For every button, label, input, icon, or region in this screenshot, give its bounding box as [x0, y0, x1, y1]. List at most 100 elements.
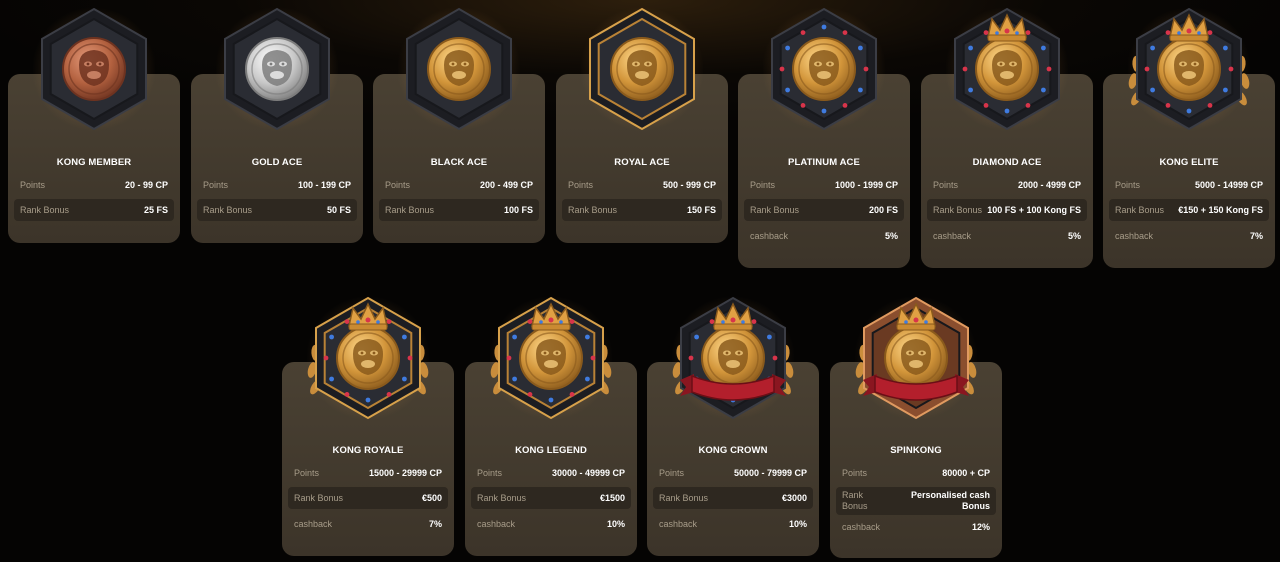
rank-bonus-row: Rank Bonus 200 FS [744, 199, 904, 221]
row-value: €1500 [599, 493, 625, 503]
badge-kong-member [33, 3, 155, 133]
gem [1004, 108, 1010, 114]
row-label: Points [659, 468, 685, 478]
row-value-line: Personalised cash [910, 490, 990, 500]
gem [772, 355, 778, 361]
row-value: 5000 - 14999 CP [1194, 180, 1263, 190]
points-row: Points 15000 - 29999 CP [288, 462, 448, 484]
row-label: Rank Bonus [477, 493, 527, 503]
rank-bonus-row: Rank Bonus 150 FS [562, 199, 722, 221]
gem [983, 30, 989, 35]
points-row: Points 5000 - 14999 CP [1109, 174, 1269, 196]
row-value: €150 + 150 Kong FS [1178, 205, 1263, 215]
row-label: Points [842, 468, 868, 478]
row-value: 200 - 499 CP [479, 180, 533, 190]
row-label: Rank Bonus [659, 493, 709, 503]
cashback-row: cashback 7% [1109, 225, 1269, 247]
row-value: Personalised cash Bonus [911, 490, 990, 512]
row-label: Points [203, 180, 229, 190]
row-value: 100 FS [503, 205, 533, 215]
row-label: cashback [933, 231, 972, 241]
gem [512, 334, 517, 340]
gem [785, 45, 790, 51]
gem [590, 355, 596, 361]
tier-title: BLACK ACE [430, 157, 488, 168]
badge-black-ace [398, 3, 520, 133]
row-label: Rank Bonus [1115, 205, 1165, 215]
badge-spinkong [855, 292, 977, 422]
rank-bonus-row: Rank Bonus 100 FS + 100 Kong FS [927, 199, 1087, 221]
gem [1228, 66, 1234, 72]
gem [548, 397, 554, 403]
gem [585, 376, 590, 382]
gem [569, 319, 575, 324]
gem [527, 319, 533, 324]
points-row: Points 1000 - 1999 CP [744, 174, 904, 196]
row-label-line: Bonus [842, 501, 868, 511]
row-label: Points [1115, 180, 1141, 190]
gem [858, 45, 863, 51]
row-value: 150 FS [686, 205, 716, 215]
gem [968, 45, 973, 51]
tier-title: PLATINUM ACE [788, 157, 860, 168]
points-row: Points 50000 - 79999 CP [653, 462, 813, 484]
gem [821, 24, 827, 30]
row-value: 30000 - 49999 CP [551, 468, 625, 478]
row-value: 50 FS [326, 205, 351, 215]
row-label: cashback [659, 519, 698, 529]
gem [365, 397, 371, 403]
gem [842, 30, 848, 35]
gem [329, 376, 334, 382]
cashback-row: cashback 10% [653, 513, 813, 535]
row-label: Rank Bonus [842, 490, 868, 512]
points-row: Points 2000 - 4999 CP [927, 174, 1087, 196]
row-value: 2000 - 4999 CP [1017, 180, 1081, 190]
row-value: 15000 - 29999 CP [368, 468, 442, 478]
points-row: Points 500 - 999 CP [562, 174, 722, 196]
row-value: 7% [1249, 231, 1263, 241]
gem [512, 376, 517, 382]
gem [767, 334, 772, 340]
row-value: 10% [788, 519, 807, 529]
row-label: Rank Bonus [568, 205, 618, 215]
row-value: 25 FS [143, 205, 168, 215]
row-value: 100 FS + 100 Kong FS [987, 205, 1081, 215]
row-label: Rank Bonus [750, 205, 800, 215]
rank-bonus-row: Rank Bonus €1500 [471, 487, 631, 509]
cashback-row: cashback 10% [471, 513, 631, 535]
gem [344, 392, 350, 397]
tier-title: KONG ELITE [1159, 157, 1219, 168]
points-row: Points 80000 + CP [836, 462, 996, 484]
row-value: €3000 [781, 493, 807, 503]
row-label: Points [20, 180, 46, 190]
gem [1207, 103, 1213, 108]
row-label: Points [294, 468, 320, 478]
gem [1041, 87, 1046, 93]
tier-title: ROYAL ACE [614, 157, 670, 168]
rank-bonus-row: Rank Bonus 50 FS [197, 199, 357, 221]
gem [779, 66, 785, 72]
cashback-row: cashback 12% [836, 516, 996, 538]
gem [688, 355, 694, 361]
tier-title: SPINKONG [890, 445, 942, 456]
row-value: 7% [428, 519, 442, 529]
row-value: 12% [971, 522, 990, 532]
gem [1165, 103, 1171, 108]
gem [1046, 66, 1052, 72]
row-label: Points [477, 468, 503, 478]
points-row: Points 20 - 99 CP [14, 174, 174, 196]
row-label: cashback [750, 231, 789, 241]
gem [585, 334, 590, 340]
gem [1223, 45, 1228, 51]
badge-gold-ace [216, 3, 338, 133]
gem [1207, 30, 1213, 35]
gem [407, 355, 413, 361]
badge-platinum-ace [763, 3, 885, 133]
cashback-row: cashback 5% [744, 225, 904, 247]
badge-kong-royale [307, 292, 429, 422]
gem [506, 355, 512, 361]
tier-title: KONG MEMBER [56, 157, 132, 168]
gem [858, 87, 863, 93]
gem [863, 66, 869, 72]
row-value: 20 - 99 CP [124, 180, 168, 190]
